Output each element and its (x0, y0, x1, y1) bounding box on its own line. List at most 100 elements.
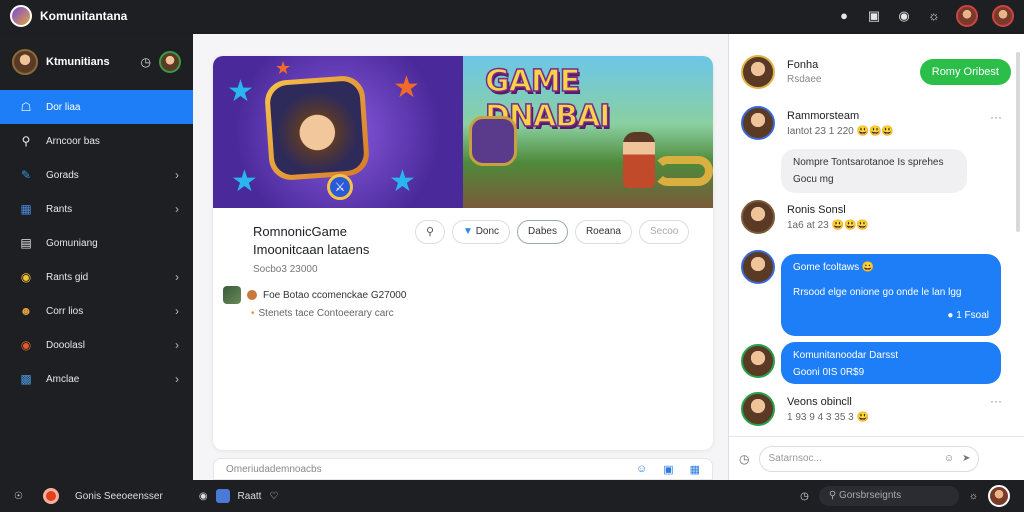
sidebar-item-label: Corr lios (46, 305, 84, 317)
chat-icon[interactable]: ● (836, 8, 852, 24)
avatar[interactable] (741, 55, 775, 89)
post-actions: ⚲ ▼ Donc Dabes Roeana Secoo (415, 220, 690, 244)
secondary-avatar[interactable] (992, 5, 1014, 27)
user-avatar[interactable] (956, 5, 978, 27)
secondary-button[interactable]: Roeana (574, 220, 632, 244)
chat-message-text: Rammorsteam Iantot 23 1 220 😃😃😃 (787, 110, 894, 137)
sidebar-item-apps[interactable]: ▩ Amclae › (0, 362, 193, 396)
chat-message[interactable]: Veons obincll 1 93 9 4 3 35 3 😃 (741, 392, 869, 426)
sidebar-item-search[interactable]: ⚲ Arncoor bas (0, 124, 193, 158)
post-card: ★ ★ ★ ★ ★ ⚔ GAME DNABAI RomnonicGame Imo… (213, 56, 713, 450)
bubble-line: 1 Fsoal (956, 310, 989, 321)
friend-avatar[interactable] (159, 51, 181, 73)
bottom-bar-right: ◷ ⚲ Gorsbrseignts ☼ (800, 485, 1010, 507)
comment-input[interactable]: Omeriudademnoacbs (226, 464, 322, 475)
tertiary-button[interactable]: Secoo (638, 220, 690, 244)
sidebar-profile[interactable]: Ktmunitians ◷ (0, 34, 193, 90)
sidebar-item-downloads[interactable]: ◉ Dooolasl › (0, 328, 193, 362)
chat-message-text: Ronis Sonsl 1a6 at 23 😃😃😃 (787, 204, 869, 231)
chat-message[interactable] (741, 250, 775, 284)
sidebar-item-gaming[interactable]: ▤ Gomuniang (0, 226, 193, 260)
chat-input-actions: ☺ ➤ (944, 453, 971, 464)
post-banner[interactable]: ★ ★ ★ ★ ★ ⚔ GAME DNABAI (213, 56, 713, 208)
gamepad-icon[interactable]: ◉ (896, 8, 912, 24)
more-icon[interactable]: ··· (990, 394, 1002, 408)
primary-button[interactable]: Dabes (517, 220, 568, 244)
record-icon[interactable] (42, 488, 59, 504)
message-bubble: Nompre Tontsarotanoe Is sprehes Gocu mg (781, 149, 967, 193)
avatar[interactable] (741, 392, 775, 426)
avatar[interactable] (12, 49, 38, 75)
post-meta: Foe Botao ccomenckae G27000 (223, 286, 406, 304)
sidebar-item-library[interactable]: ▦ Rants › (0, 192, 193, 226)
main-content: ★ ★ ★ ★ ★ ⚔ GAME DNABAI RomnonicGame Imo… (193, 34, 728, 480)
top-bar: Komunitantana ● ▣ ◉ ☼ (0, 0, 1024, 32)
star-icon: ★ (393, 71, 420, 104)
diamond-icon: ▼ (463, 226, 473, 237)
post-title: RomnonicGame (253, 224, 347, 239)
sidebar-item-label: Amclae (46, 373, 80, 385)
avatar[interactable] (741, 344, 775, 378)
record-icon: ◉ (20, 338, 32, 352)
image-icon[interactable]: ▦ (690, 463, 700, 476)
clock-icon[interactable]: ◷ (141, 55, 151, 69)
search-button[interactable]: ⚲ (415, 220, 445, 244)
send-icon[interactable]: ➤ (962, 453, 970, 464)
comment-composer[interactable]: Omeriudademnoacbs ☺ ▣ ▦ (213, 458, 713, 480)
message-time: 1a6 at 23 (787, 219, 829, 231)
sidebar-item-home[interactable]: ☖ Dor liaa (0, 90, 193, 124)
sidebar-item-label: Rants gid (46, 271, 89, 283)
app-logo[interactable] (10, 5, 32, 27)
emoji-icon[interactable]: ☺ (636, 463, 647, 476)
chat-header-info: Fonha Rsdaee (787, 59, 821, 85)
mic-icon[interactable]: ☉ (14, 491, 23, 502)
sidebar-item-label: Gorads (46, 169, 79, 181)
chat-message[interactable] (741, 344, 775, 378)
screen-icon[interactable]: ▣ (866, 8, 882, 24)
chat-message[interactable]: Rammorsteam Iantot 23 1 220 😃😃😃 (741, 106, 894, 140)
meta-text: Foe Botao ccomenckae G27000 (263, 289, 407, 301)
share-button[interactable]: ▼ Donc (452, 220, 511, 244)
avatar[interactable] (741, 106, 775, 140)
sidebar-item-label: Rants (46, 203, 73, 215)
bubble-text: Komunitanoodar Darsst (793, 350, 899, 361)
bottom-search[interactable]: ⚲ Gorsbrseignts (818, 486, 959, 506)
heart-icon[interactable]: ♡ (269, 491, 278, 502)
message-time: Iantot 23 1 220 (787, 125, 854, 137)
meta-secondary-text: Stenets tace Contoeerary carc (258, 308, 394, 319)
user-avatar[interactable] (988, 485, 1010, 507)
chat-input[interactable]: Satarnsoc... ☺ ➤ (759, 445, 980, 472)
sidebar-item-label: Dor liaa (46, 101, 81, 113)
now-playing-label: Raatt (237, 490, 262, 502)
chat-message[interactable]: Ronis Sonsl 1a6 at 23 😃😃😃 (741, 200, 869, 234)
more-icon[interactable]: ··· (990, 110, 1002, 124)
sidebar-item-label: Dooolasl (46, 339, 85, 351)
search-icon: ⚲ (828, 490, 837, 501)
sidebar-item-rewards[interactable]: ◉ Rants gid › (0, 260, 193, 294)
avatar[interactable] (741, 200, 775, 234)
settings-icon[interactable]: ☼ (969, 491, 978, 502)
follow-button[interactable]: Romy Oribest (919, 59, 1011, 85)
timer-icon[interactable]: ◷ (800, 491, 809, 502)
users-icon: ☻ (19, 304, 33, 318)
author-avatar[interactable] (247, 290, 257, 300)
game-thumbnail (215, 489, 230, 503)
emoji-icon[interactable]: ☺ (944, 453, 954, 464)
settings-icon[interactable]: ☼ (926, 8, 942, 24)
pencil-icon: ✎ (20, 168, 32, 182)
sidebar-item-friends[interactable]: ☻ Corr lios › (0, 294, 193, 328)
clock-icon[interactable]: ◷ (739, 452, 749, 466)
message-meta: Iantot 23 1 220 😃😃😃 (787, 125, 894, 137)
star-icon: ★ (275, 58, 292, 78)
sword-badge-icon: ⚔ (327, 174, 353, 200)
sidebar: Ktmunitians ◷ ☖ Dor liaa ⚲ Arncoor bas ✎… (0, 34, 193, 480)
now-playing[interactable]: ◉ Raatt ♡ (199, 489, 278, 503)
sidebar-item-posts[interactable]: ✎ Gorads › (0, 158, 193, 192)
game-thumbnail[interactable] (223, 286, 241, 304)
scrollbar[interactable] (1016, 52, 1020, 232)
post-stats: Socbo3 23000 (253, 264, 318, 275)
attach-icon[interactable]: ▣ (663, 463, 673, 476)
avatar[interactable] (741, 250, 775, 284)
app-title: Komunitantana (40, 9, 128, 23)
profile-name: Ktmunitians (46, 56, 110, 68)
